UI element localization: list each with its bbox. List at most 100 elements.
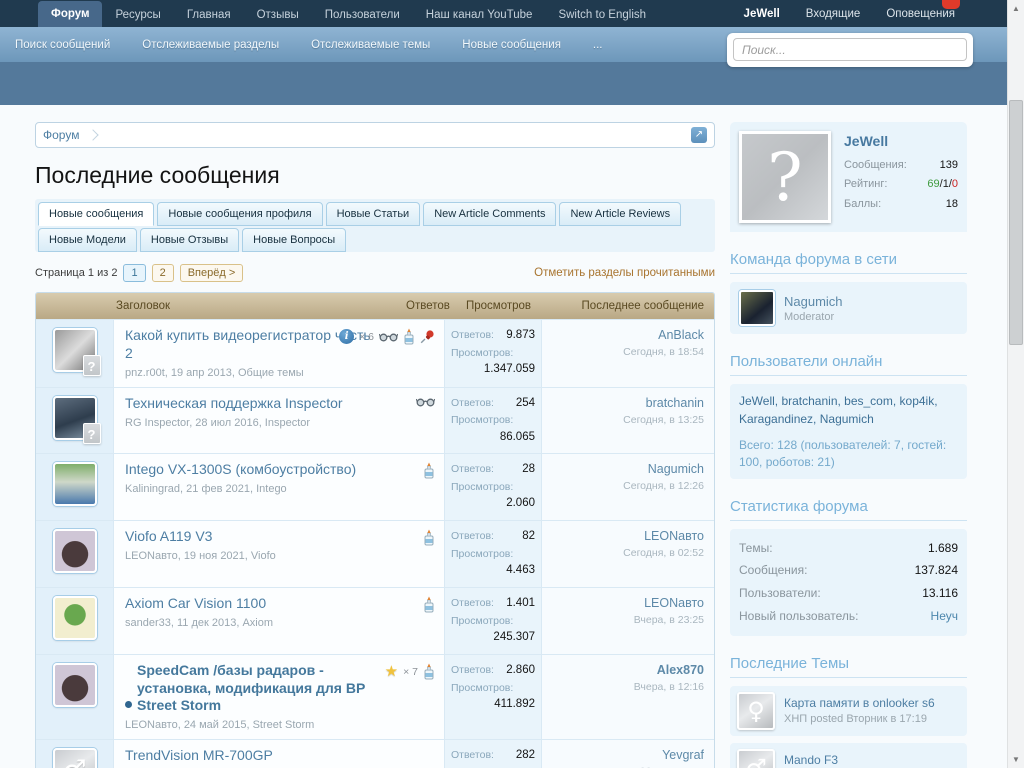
- scrollbar-thumb[interactable]: [1009, 100, 1023, 345]
- tab-new-posts[interactable]: Новые сообщения: [38, 202, 154, 226]
- table-row: ★ × 7 SpeedCam /базы радаров - установка…: [36, 654, 714, 739]
- replies-label: Ответов:: [451, 327, 494, 345]
- nav-tab-youtube[interactable]: Наш канал YouTube: [413, 4, 546, 27]
- account-link[interactable]: JeWell: [744, 8, 780, 20]
- views-value: 411.892: [494, 696, 535, 714]
- topic-title-link[interactable]: Карта памяти в onlooker s6: [784, 696, 935, 710]
- tab-new-article-comments[interactable]: New Article Comments: [423, 202, 556, 226]
- thread-avatar[interactable]: [53, 663, 97, 707]
- messages-count[interactable]: 139: [940, 156, 958, 175]
- thread-avatar[interactable]: [53, 596, 97, 640]
- nav-tab-forum[interactable]: Форум: [38, 1, 102, 27]
- replies-label: Ответов:: [451, 395, 494, 413]
- last-poster-link[interactable]: bratchanin: [552, 396, 704, 410]
- replies-value: 2.860: [506, 662, 535, 680]
- page-title: Последние сообщения: [35, 162, 715, 189]
- member-avatar[interactable]: [739, 290, 775, 326]
- subnav-watched-forums[interactable]: Отслеживаемые разделы: [142, 39, 279, 51]
- visitor-panel: ? JeWell Сообщения:139 Рейтинг:69/1/0 Ба…: [730, 122, 967, 232]
- thread-avatar[interactable]: ?: [53, 328, 97, 372]
- thread-title-link[interactable]: Viofo A119 V3: [125, 528, 212, 546]
- nav-tab-home[interactable]: Главная: [174, 4, 244, 27]
- stat-value: 1.689: [928, 537, 958, 560]
- nav-tab-resources[interactable]: Ресурсы: [102, 4, 173, 27]
- tab-new-profile-posts[interactable]: Новые сообщения профиля: [157, 202, 322, 226]
- rating-value[interactable]: 69/1/0: [927, 175, 958, 194]
- nav-tab-users[interactable]: Пользователи: [312, 4, 413, 27]
- alert-badge: [942, 0, 960, 9]
- content-column: Форум ↗ Последние сообщения Новые сообще…: [35, 122, 715, 768]
- views-value: 2.060: [506, 495, 535, 513]
- tab-new-articles[interactable]: Новые Статьи: [326, 202, 421, 226]
- staff-online-section: Команда форума в сети Nagumich Moderator: [730, 251, 967, 334]
- page-button-1[interactable]: 1: [123, 264, 145, 282]
- online-users-list[interactable]: JeWell, bratchanin, bes_com, kop4ik, Kar…: [739, 392, 958, 428]
- replies-label: Ответов:: [451, 662, 494, 680]
- table-row: ♂ TrendVision MR-700GP SerP, 9 дек 2014,…: [36, 739, 714, 768]
- thread-title-link[interactable]: Техническая поддержка Inspector: [125, 395, 343, 413]
- replies-value: 28: [522, 461, 535, 479]
- topic-title-link[interactable]: Mando F3: [784, 753, 911, 767]
- views-label: Просмотров:: [451, 412, 513, 428]
- last-poster-link[interactable]: Alex870: [552, 663, 704, 677]
- newest-member-link[interactable]: Неуч: [931, 605, 958, 628]
- replies-value: 1.401: [506, 595, 535, 613]
- thread-title-link[interactable]: SpeedCam /базы радаров - установка, моди…: [137, 662, 387, 715]
- subnav-search-posts[interactable]: Поиск сообщений: [15, 39, 110, 51]
- subnav-new-posts[interactable]: Новые сообщения: [462, 39, 561, 51]
- views-label: Просмотров:: [451, 546, 513, 562]
- pin-icon: [420, 329, 435, 344]
- scroll-up-button[interactable]: ▲: [1008, 0, 1024, 17]
- unread-dot-icon: [125, 701, 132, 708]
- thread-avatar[interactable]: [53, 462, 97, 506]
- mark-forums-read-link[interactable]: Отметить разделы прочитанными: [534, 267, 715, 279]
- sidebar: ? JeWell Сообщения:139 Рейтинг:69/1/0 Ба…: [730, 122, 967, 768]
- next-page-button[interactable]: Вперёд >: [180, 264, 244, 282]
- filter-tabs: Новые сообщения Новые сообщения профиля …: [35, 199, 715, 252]
- users-online-section: Пользователи онлайн JeWell, bratchanin, …: [730, 353, 967, 479]
- last-poster-link[interactable]: LEONавто: [552, 529, 704, 543]
- points-count[interactable]: 18: [946, 195, 958, 214]
- thread-avatar[interactable]: [53, 529, 97, 573]
- member-role: Moderator: [784, 311, 843, 323]
- breadcrumb-forum-link[interactable]: Форум: [43, 128, 79, 142]
- search-input[interactable]: [733, 38, 967, 61]
- last-poster-link[interactable]: AnBlack: [552, 328, 704, 342]
- thread-title-link[interactable]: Какой купить видеорегистратор часть 2: [125, 327, 375, 362]
- thread-avatar-male[interactable]: ♂: [53, 748, 97, 768]
- staff-member: Nagumich Moderator: [739, 290, 958, 326]
- nav-tab-switch-english[interactable]: Switch to English: [545, 4, 659, 27]
- member-name-link[interactable]: Nagumich: [784, 294, 843, 309]
- views-label: Просмотров:: [451, 479, 513, 495]
- user-name-link[interactable]: JeWell: [844, 133, 958, 149]
- table-row: ? i × 6 Какой купить видеорегистратор ча…: [36, 319, 714, 387]
- forum-statistics-section: Статистика форума Темы:1.689 Сообщения:1…: [730, 498, 967, 636]
- glasses-icon: [416, 396, 435, 407]
- thread-title-link[interactable]: TrendVision MR-700GP: [125, 747, 273, 765]
- last-poster-link[interactable]: Nagumich: [552, 462, 704, 476]
- user-avatar[interactable]: ?: [739, 131, 831, 223]
- jump-to-icon[interactable]: ↗: [691, 127, 707, 143]
- nav-tab-reviews[interactable]: Отзывы: [244, 4, 312, 27]
- subnav-watched-threads[interactable]: Отслеживаемые темы: [311, 39, 430, 51]
- inbox-link[interactable]: Входящие: [806, 8, 861, 20]
- alerts-link[interactable]: Оповещения: [886, 8, 955, 20]
- thread-title-link[interactable]: Axiom Car Vision 1100: [125, 595, 266, 613]
- views-value: 1.347.059: [484, 361, 535, 379]
- topic-avatar-female[interactable]: ♀: [737, 692, 775, 730]
- tab-new-article-reviews[interactable]: New Article Reviews: [559, 202, 681, 226]
- points-label: Баллы:: [844, 195, 881, 214]
- tab-new-reviews[interactable]: Новые Отзывы: [140, 228, 239, 252]
- scroll-down-button[interactable]: ▼: [1008, 751, 1024, 768]
- last-poster-link[interactable]: LEONавто: [552, 596, 704, 610]
- page-button-2[interactable]: 2: [152, 264, 174, 282]
- tab-new-models[interactable]: Новые Модели: [38, 228, 137, 252]
- thread-avatar[interactable]: ?: [53, 396, 97, 440]
- topic-avatar-male[interactable]: ♂: [737, 749, 775, 768]
- tab-new-questions[interactable]: Новые Вопросы: [242, 228, 346, 252]
- thread-title-link[interactable]: Intego VX-1300S (комбоустройство): [125, 461, 356, 479]
- last-poster-link[interactable]: Yevgraf: [552, 748, 704, 762]
- stat-label: Пользователи:: [739, 582, 821, 605]
- replies-value: 82: [522, 528, 535, 546]
- subnav-more[interactable]: ...: [593, 39, 603, 51]
